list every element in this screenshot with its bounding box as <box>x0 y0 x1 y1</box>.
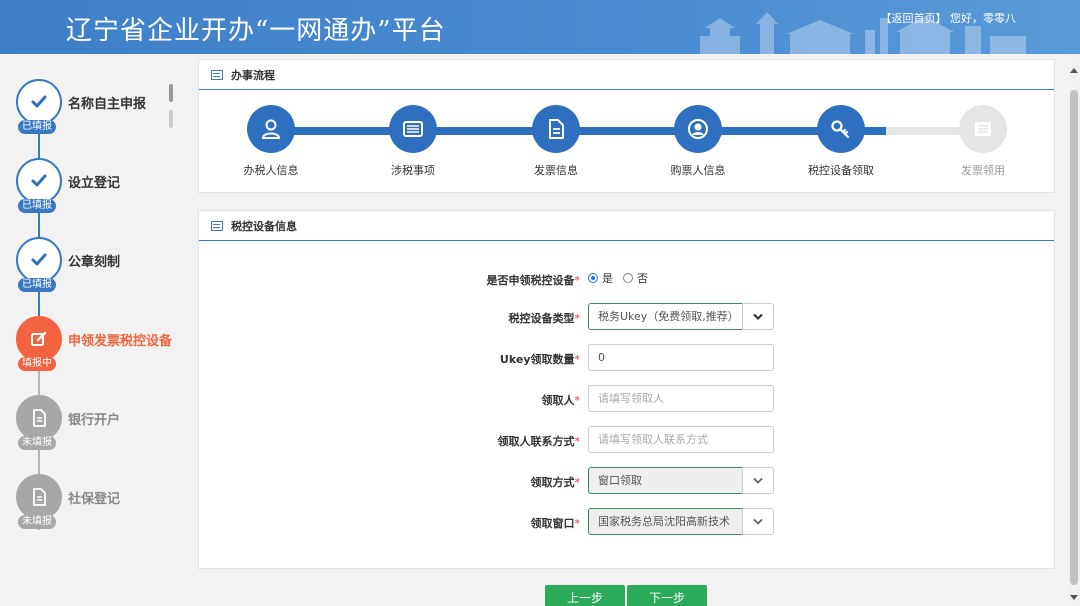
status-badge: 已填报 <box>18 278 56 292</box>
process-flow: 办税人信息 涉税事项 发票信息 购票人信息 税控设备领取 发票领用 <box>199 90 1054 204</box>
check-icon <box>16 79 62 125</box>
flow-step-label: 涉税事项 <box>391 164 435 177</box>
sidebar-scroll-indicator[interactable] <box>169 84 173 130</box>
step-name: 社保登记 <box>68 492 121 507</box>
radio-no-label[interactable]: 否 <box>637 270 648 286</box>
field-label: 领取方式* <box>530 476 581 489</box>
recipient-input[interactable]: 请填写领取人 <box>588 385 774 412</box>
next-step-button[interactable]: 下一步 <box>627 585 707 606</box>
radio-yes-label[interactable]: 是 <box>602 270 613 286</box>
panel-header: 办事流程 <box>199 60 1054 90</box>
list-icon <box>959 105 1007 153</box>
recipient-row: 领取人* 请填写领取人 <box>199 385 1054 413</box>
field-label: 领取人* <box>541 394 581 407</box>
window-select[interactable]: 国家税务总局沈阳高新技术 <box>588 508 774 535</box>
flow-step-label: 购票人信息 <box>670 164 726 177</box>
sidebar-stepper: 名称自主申报 已填报 设立登记 已填报 公章刻制 已填报 申领发票税控设备 填报… <box>0 54 190 606</box>
status-badge: 已填报 <box>18 120 56 134</box>
page-scrollbar[interactable] <box>1068 54 1080 606</box>
status-badge: 未填报 <box>18 515 56 529</box>
person-icon <box>247 105 295 153</box>
document-icon <box>16 395 62 441</box>
scrollbar-thumb[interactable] <box>1070 90 1078 585</box>
sidebar-step-social-security[interactable]: 社保登记 未填报 <box>16 474 186 534</box>
radio-yes[interactable] <box>588 273 598 283</box>
field-label: 领取人联系方式* <box>497 435 581 448</box>
user-circle-icon <box>674 105 722 153</box>
status-badge: 已填报 <box>18 199 56 213</box>
panel-title: 税控设备信息 <box>231 219 297 233</box>
device-info-panel: 税控设备信息 是否申领税控设备* 是 否 税控设备类型* 税务Ukey（免费领取… <box>198 210 1055 569</box>
user-bar: 【返回首页】 您好，零零八 <box>881 10 1017 26</box>
flow-step-label: 税控设备领取 <box>808 164 874 177</box>
field-label: Ukey领取数量* <box>499 353 580 366</box>
step-name: 银行开户 <box>68 413 121 428</box>
ukey-count-row: Ukey领取数量* 0 <box>199 344 1054 372</box>
contact-row: 领取人联系方式* 请填写领取人联系方式 <box>199 426 1054 454</box>
chevron-down-icon[interactable] <box>742 467 774 494</box>
step-name: 公章刻制 <box>68 255 121 270</box>
apply-device-row: 是否申领税控设备* 是 否 <box>199 265 1054 293</box>
status-badge: 未填报 <box>18 436 56 450</box>
device-type-row: 税控设备类型* 税务Ukey（免费领取,推荐） <box>199 303 1054 331</box>
greeting-text: 您好，零零八 <box>950 12 1016 25</box>
panel-header: 税控设备信息 <box>199 211 1054 241</box>
flow-step-label: 发票信息 <box>534 164 578 177</box>
step-name: 名称自主申报 <box>68 97 147 112</box>
field-label: 税控设备类型* <box>508 312 581 325</box>
panel-title-icon <box>211 220 223 231</box>
step-name: 申领发票税控设备 <box>68 334 173 349</box>
return-home-link[interactable]: 【返回首页】 <box>881 12 947 25</box>
key-icon <box>817 105 865 153</box>
platform-title: 辽宁省企业开办“一网通办”平台 <box>66 16 446 46</box>
process-panel: 办事流程 办税人信息 涉税事项 发票信息 购票人信息 税控设备领取 发票领用 <box>198 59 1055 193</box>
sidebar-step-bank-account[interactable]: 银行开户 未填报 <box>16 395 186 455</box>
sidebar-step-invoice-device[interactable]: 申领发票税控设备 填报中 <box>16 316 186 376</box>
field-label: 是否申领税控设备* <box>486 274 581 287</box>
field-label: 领取窗口* <box>530 517 581 530</box>
method-select[interactable]: 窗口领取 <box>588 467 774 494</box>
flow-step-label: 发票领用 <box>961 164 1005 177</box>
sidebar-step-establishment[interactable]: 设立登记 已填报 <box>16 158 186 218</box>
document-icon <box>532 105 580 153</box>
radio-no[interactable] <box>623 273 633 283</box>
scroll-up-arrow-icon[interactable] <box>1070 68 1078 73</box>
panel-title-icon <box>211 69 223 80</box>
chevron-down-icon[interactable] <box>742 508 774 535</box>
scroll-down-arrow-icon[interactable] <box>1070 595 1078 600</box>
device-type-select[interactable]: 税务Ukey（免费领取,推荐） <box>588 303 774 330</box>
panel-title: 办事流程 <box>231 68 275 82</box>
chevron-down-icon[interactable] <box>742 303 774 330</box>
window-row: 领取窗口* 国家税务总局沈阳高新技术 <box>199 508 1054 536</box>
step-name: 设立登记 <box>68 176 121 191</box>
flow-step-label: 办税人信息 <box>243 164 299 177</box>
check-icon <box>16 158 62 204</box>
document-icon <box>16 474 62 520</box>
select-value[interactable]: 税务Ukey（免费领取,推荐） <box>588 303 743 330</box>
apply-device-radio-group: 是 否 <box>588 270 648 286</box>
prev-step-button[interactable]: 上一步 <box>545 585 625 606</box>
ukey-count-input[interactable]: 0 <box>588 344 774 371</box>
list-card-icon <box>389 105 437 153</box>
select-value[interactable]: 国家税务总局沈阳高新技术 <box>588 508 743 535</box>
check-icon <box>16 237 62 283</box>
contact-input[interactable]: 请填写领取人联系方式 <box>588 426 774 453</box>
top-header: 辽宁省企业开办“一网通办”平台 【返回首页】 您好，零零八 <box>0 0 1080 54</box>
edit-icon <box>16 316 62 362</box>
sidebar-step-name-declaration[interactable]: 名称自主申报 已填报 <box>16 79 186 139</box>
status-badge: 填报中 <box>18 357 56 371</box>
method-row: 领取方式* 窗口领取 <box>199 467 1054 495</box>
select-value[interactable]: 窗口领取 <box>588 467 743 494</box>
sidebar-step-seal[interactable]: 公章刻制 已填报 <box>16 237 186 297</box>
